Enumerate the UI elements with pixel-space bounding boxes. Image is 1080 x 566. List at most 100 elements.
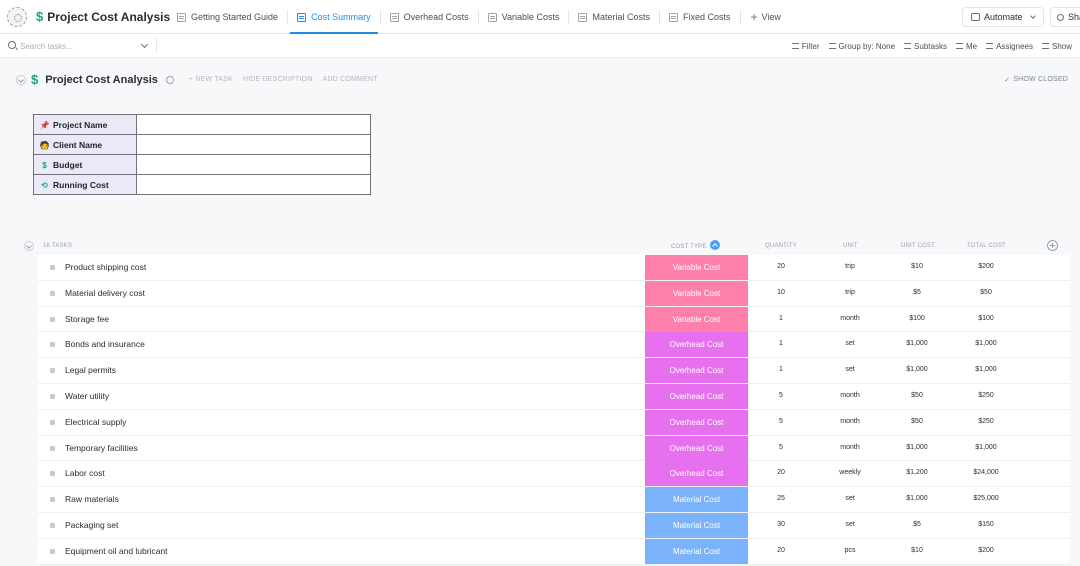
- tab-getting-started-guide[interactable]: Getting Started Guide: [168, 0, 287, 34]
- table-row[interactable]: Material delivery cost Variable Cost 10 tri…: [38, 280, 1070, 307]
- share-button[interactable]: Sha: [1050, 7, 1080, 27]
- status-square-icon[interactable]: [50, 548, 55, 554]
- unit-cost-cell[interactable]: $100: [894, 315, 940, 322]
- status-square-icon[interactable]: [50, 471, 55, 477]
- total-cost-cell[interactable]: $1,000: [962, 340, 1010, 347]
- task-name[interactable]: Electrical supply: [65, 417, 126, 427]
- unit-cell[interactable]: set: [830, 495, 870, 502]
- collapse-icon[interactable]: [16, 74, 26, 85]
- cost-type-badge[interactable]: Overhead Cost: [645, 358, 748, 384]
- total-cost-cell[interactable]: $100: [962, 315, 1010, 322]
- description-value[interactable]: [136, 174, 371, 195]
- automate-button[interactable]: Automate: [962, 7, 1044, 27]
- task-name[interactable]: Water utility: [65, 391, 109, 401]
- quantity-cell[interactable]: 1: [758, 366, 804, 373]
- cost-type-badge[interactable]: Material Cost: [645, 487, 748, 513]
- cost-type-badge[interactable]: Material Cost: [645, 512, 748, 538]
- total-cost-cell[interactable]: $50: [962, 289, 1010, 296]
- unit-cell[interactable]: set: [830, 521, 870, 528]
- hide-description-button[interactable]: HIDE DESCRIPTION: [243, 76, 313, 83]
- quantity-cell[interactable]: 1: [758, 340, 804, 347]
- quantity-cell[interactable]: 25: [758, 495, 804, 502]
- quantity-cell[interactable]: 5: [758, 418, 804, 425]
- cost-type-badge[interactable]: Variable Cost: [645, 255, 748, 280]
- table-row[interactable]: Electrical supply Overhead Cost 5 month $50 $…: [38, 409, 1070, 436]
- task-name[interactable]: Legal permits: [65, 365, 116, 375]
- status-square-icon[interactable]: [50, 368, 55, 374]
- cost-type-badge[interactable]: Overhead Cost: [645, 409, 748, 435]
- table-row[interactable]: Labor cost Overhead Cost 20 weekly $1,200 $24…: [38, 461, 1070, 488]
- table-row[interactable]: Legal permits Overhead Cost 1 set $1,000 $1,0…: [38, 358, 1070, 384]
- unit-cost-cell[interactable]: $10: [894, 263, 940, 270]
- table-row[interactable]: Equipment oil and lubricant Material Cost…: [38, 538, 1070, 565]
- unit-cell[interactable]: set: [830, 340, 870, 347]
- unit-cell[interactable]: month: [830, 444, 870, 451]
- collapse-icon[interactable]: [24, 241, 34, 251]
- status-square-icon[interactable]: [50, 522, 55, 528]
- column-header-unit-cost[interactable]: UNIT COST: [901, 243, 935, 249]
- unit-cost-cell[interactable]: $1,000: [894, 444, 940, 451]
- info-icon[interactable]: [165, 75, 174, 84]
- status-square-icon[interactable]: [50, 265, 55, 270]
- add-view-button[interactable]: + View: [741, 0, 791, 34]
- task-name[interactable]: Labor cost: [65, 468, 105, 478]
- column-header-total-cost[interactable]: TOTAL COST: [967, 243, 1006, 249]
- unit-cost-cell[interactable]: $1,000: [894, 495, 940, 502]
- tab-fixed-costs[interactable]: Fixed Costs: [660, 0, 740, 34]
- tab-material-costs[interactable]: Material Costs: [569, 0, 659, 34]
- table-row[interactable]: Storage fee Variable Cost 1 month $100 $100: [38, 306, 1070, 333]
- status-square-icon[interactable]: [50, 342, 55, 348]
- status-square-icon[interactable]: [50, 393, 55, 399]
- total-cost-cell[interactable]: $250: [962, 392, 1010, 399]
- status-square-icon[interactable]: [50, 445, 55, 451]
- quantity-cell[interactable]: 30: [758, 521, 804, 528]
- total-cost-cell[interactable]: $200: [962, 263, 1010, 270]
- unit-cost-cell[interactable]: $1,000: [894, 340, 940, 347]
- unit-cost-cell[interactable]: $50: [894, 392, 940, 399]
- add-column-icon[interactable]: [1047, 240, 1058, 251]
- quantity-cell[interactable]: 5: [758, 444, 804, 451]
- unit-cell[interactable]: trip: [830, 289, 870, 296]
- show-closed-button[interactable]: ✓ SHOW CLOSED: [1004, 76, 1068, 84]
- space-icon[interactable]: [7, 7, 27, 27]
- quantity-cell[interactable]: 10: [758, 289, 804, 296]
- cost-type-badge[interactable]: Variable Cost: [645, 280, 748, 306]
- cost-type-badge[interactable]: Material Cost: [645, 538, 748, 564]
- search-input[interactable]: [20, 39, 130, 53]
- group-by-button[interactable]: Group by: None: [828, 42, 895, 51]
- cost-type-badge[interactable]: Variable Cost: [645, 306, 748, 332]
- task-name[interactable]: Bonds and insurance: [65, 339, 145, 349]
- sort-icon[interactable]: [709, 240, 720, 250]
- task-name[interactable]: Temporary facilities: [65, 443, 138, 453]
- unit-cell[interactable]: month: [830, 315, 870, 322]
- unit-cost-cell[interactable]: $10: [894, 547, 940, 554]
- unit-cost-cell[interactable]: $5: [894, 289, 940, 296]
- table-row[interactable]: Temporary facilities Overhead Cost 5 month $…: [38, 435, 1070, 462]
- task-name[interactable]: Product shipping cost: [65, 262, 146, 272]
- unit-cell[interactable]: pcs: [830, 547, 870, 554]
- cost-type-badge[interactable]: Overhead Cost: [645, 383, 748, 409]
- cost-type-badge[interactable]: Overhead Cost: [645, 435, 748, 461]
- tab-cost-summary[interactable]: Cost Summary: [288, 0, 380, 34]
- unit-cost-cell[interactable]: $1,000: [894, 366, 940, 373]
- tab-variable-costs[interactable]: Variable Costs: [479, 0, 569, 34]
- task-name[interactable]: Raw materials: [65, 494, 119, 504]
- column-header-quantity[interactable]: QUANTITY: [765, 243, 797, 249]
- table-row[interactable]: Product shipping cost Variable Cost 20 trip…: [38, 255, 1070, 281]
- status-square-icon[interactable]: [50, 290, 55, 296]
- total-cost-cell[interactable]: $200: [962, 547, 1010, 554]
- add-comment-button[interactable]: ADD COMMENT: [323, 76, 378, 83]
- tab-overhead-costs[interactable]: Overhead Costs: [381, 0, 478, 34]
- total-cost-cell[interactable]: $150: [962, 521, 1010, 528]
- show-button[interactable]: Show: [1041, 42, 1072, 51]
- me-button[interactable]: Me: [955, 42, 977, 51]
- table-row[interactable]: Water utility Overhead Cost 5 month $50 $250: [38, 383, 1070, 410]
- assignees-button[interactable]: Assignees: [986, 42, 1033, 51]
- unit-cell[interactable]: set: [830, 366, 870, 373]
- total-cost-cell[interactable]: $1,000: [962, 444, 1010, 451]
- description-value[interactable]: [136, 134, 371, 155]
- new-task-button[interactable]: + NEW TASK: [189, 76, 233, 83]
- cost-type-badge[interactable]: Overhead Cost: [645, 332, 748, 358]
- column-header-unit[interactable]: UNIT: [843, 243, 858, 249]
- unit-cell[interactable]: weekly: [830, 469, 870, 476]
